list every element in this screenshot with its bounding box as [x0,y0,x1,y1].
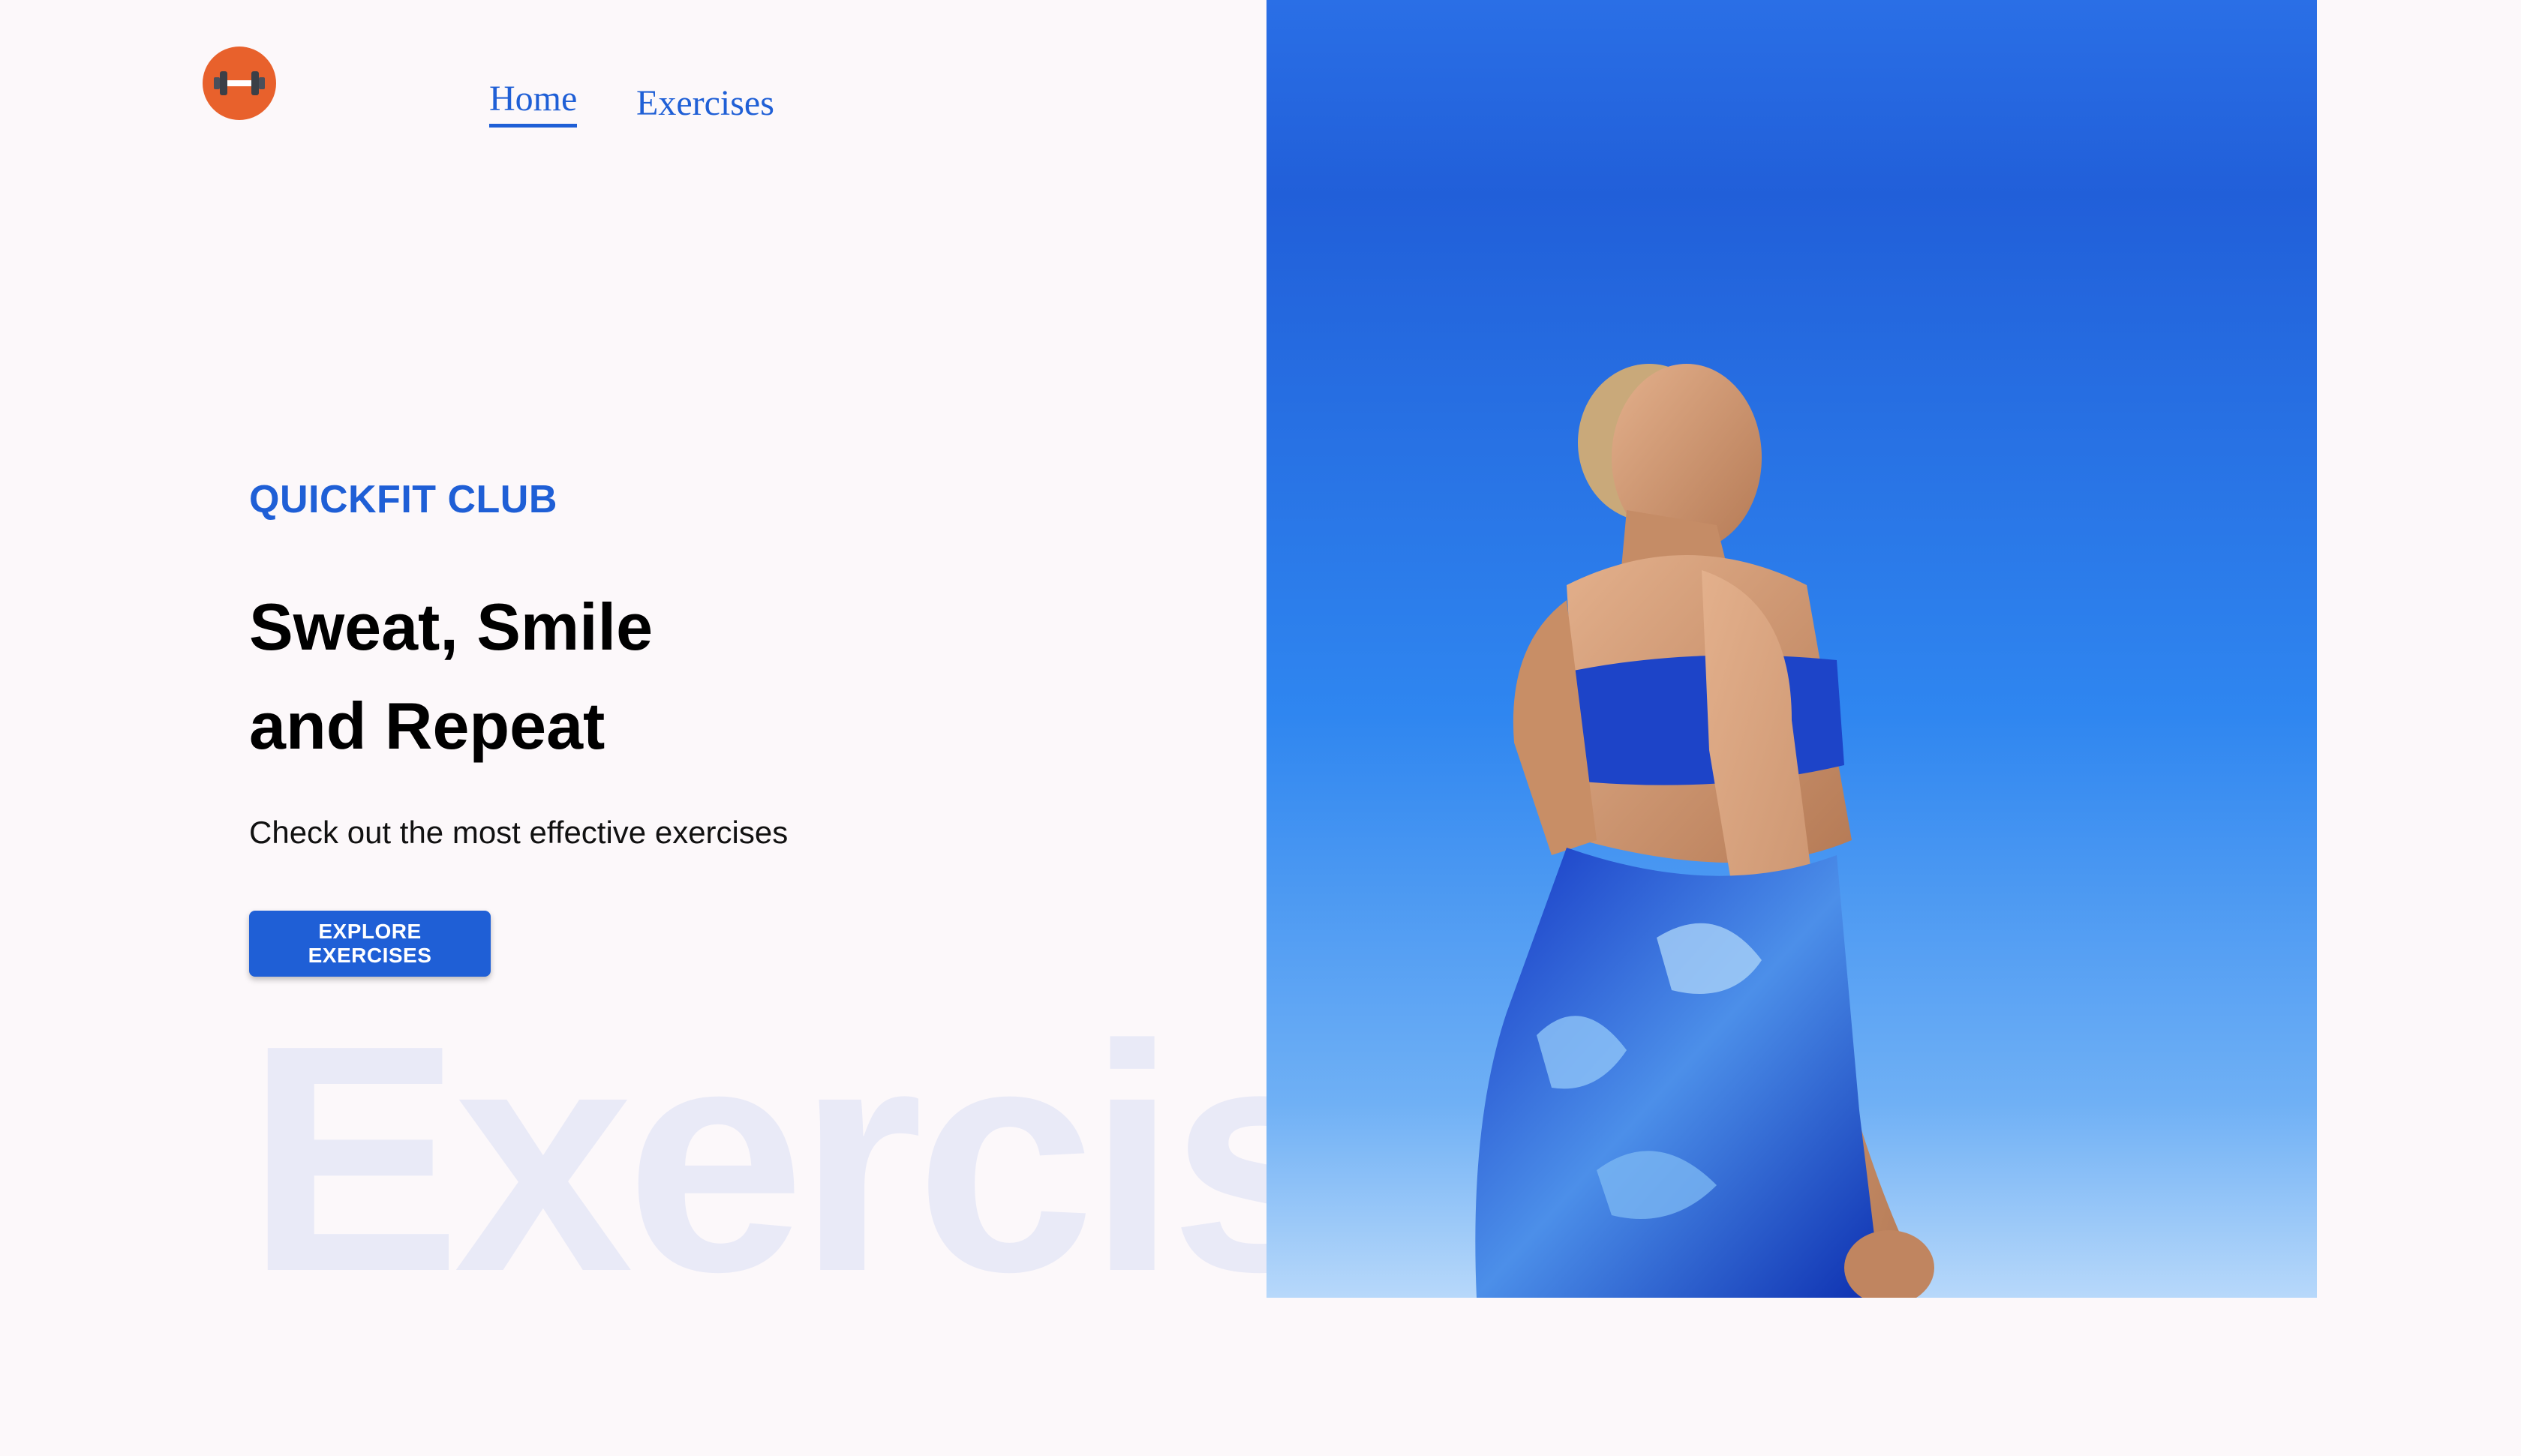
nav-link-home[interactable]: Home [489,78,578,128]
dumbbell-icon [214,71,265,95]
headline-line-2: and Repeat [249,689,605,763]
headline-line-1: Sweat, Smile [249,590,654,664]
top-navigation: Home Exercises [0,0,1238,150]
hero-image [1267,0,2317,1298]
hero-headline: Sweat, Smile and Repeat [249,578,653,776]
brand-eyebrow: QUICKFIT CLUB [249,478,557,521]
hero-subtitle: Check out the most effective exercises [249,815,789,850]
athlete-photo [1267,0,2317,1298]
nav-link-exercises[interactable]: Exercises [636,83,774,124]
logo[interactable] [203,47,276,120]
explore-exercises-button[interactable]: EXPLORE EXERCISES [249,911,491,977]
